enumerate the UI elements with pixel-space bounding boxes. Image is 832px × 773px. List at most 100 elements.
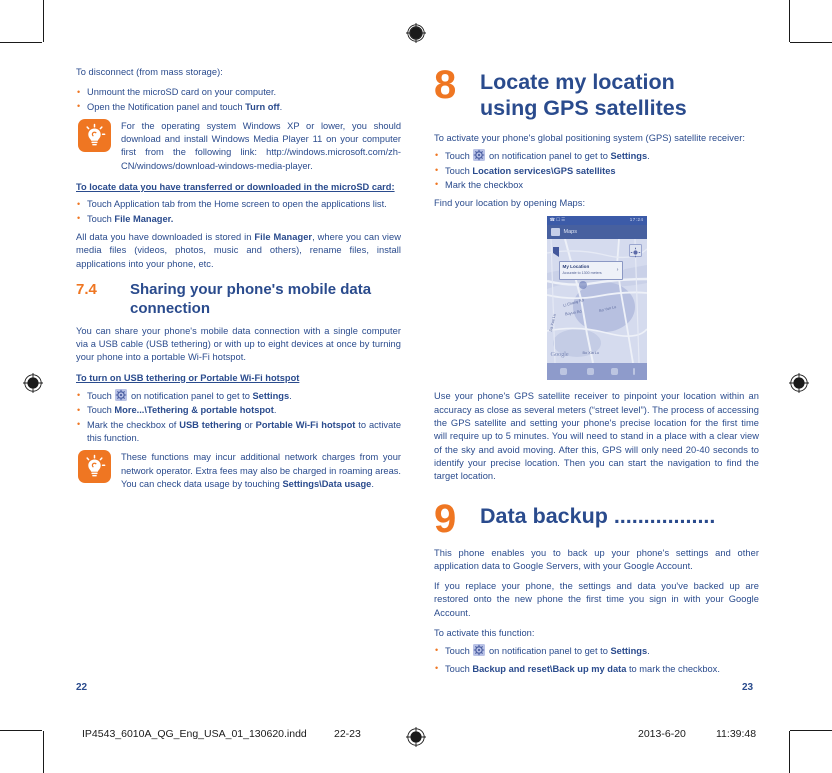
lightbulb-icon [78,118,111,152]
callout-subtitle: Accurate to 1300 meters [562,271,602,276]
slug-time: 11:39:48 [716,728,757,740]
bullet-text-bold: Settings [252,391,290,402]
chapter-number: 9 [434,496,456,541]
bullet-text: Unmount the microSD card on your compute… [87,87,277,98]
maps-icon [550,228,560,237]
bullet-text-post: . [279,101,283,112]
bullet-text: Mark the checkbox [445,179,524,190]
overflow-icon[interactable] [632,368,635,376]
bullet-text-mid: on notification panel to get to [128,391,253,402]
registration-mark-top [405,22,427,44]
maps-app-bar: Maps [546,225,647,240]
lightbulb-icon [78,450,111,484]
tethering-bullet-list: Touch on notification panel to get to Se… [76,389,401,445]
backup-activate-text: To activate this function: [434,628,535,639]
tip-text-post: . [371,478,374,489]
bullet-text-pre: Touch [445,165,473,176]
bullet-text-mid: or [241,419,256,430]
gps-find-text: Find your location by opening Maps: [434,198,586,209]
section-7-4-heading: 7.4 Sharing your phone's mobile data con… [76,280,401,318]
settings-gear-icon [473,644,486,657]
list-item: Touch on notification panel to get to Se… [434,149,759,163]
backup-bullet-list: Touch on notification panel to get to Se… [434,644,759,676]
maps-screenshot: My Location Accurate to 1300 meters › Li… [546,216,647,381]
slug-pages: 22-23 [334,728,361,740]
registration-mark-left [22,372,44,394]
bullet-text-pre: Open the Notification panel and touch [87,101,246,112]
crop-mark-bottom-left-horizontal [0,730,42,731]
registration-mark-bottom [405,726,427,748]
google-attribution: Google [550,351,569,359]
list-item: Touch Application tab from the Home scre… [76,198,401,212]
map-canvas: My Location Accurate to 1300 meters › Li… [546,239,647,364]
bullet-text-pre: Touch [445,151,473,162]
bullet-text-post: to mark the checkbox. [626,663,720,674]
para-pre: All data you have downloaded is stored i… [76,231,255,242]
status-icons-left: ☎☐☰ [549,217,567,223]
tip-text: These functions may incur additional net… [121,450,401,491]
chevron-right-icon[interactable]: › [617,267,619,273]
bullet-text-post: . [647,151,650,162]
gps-description-paragraph: Use your phone's GPS satellite receiver … [434,391,759,482]
bullet-text: Touch Application tab from the Home scre… [87,199,387,210]
bullet-text-pre: Touch [445,663,473,674]
street-label: Bo Xia Lu [582,351,599,356]
maps-bottom-bar [546,363,647,381]
search-icon[interactable] [559,368,567,376]
crop-mark-top-right-vertical [789,0,790,42]
crop-mark-top-right-horizontal [790,42,832,43]
backup-paragraph-2: If you replace your phone, the settings … [434,581,759,618]
my-location-button[interactable] [628,244,642,258]
bullet-text-pre: Touch [87,213,115,224]
bullet-text-pre: Touch [87,405,115,416]
right-page: 8 Locate my location using GPS satellite… [434,65,759,681]
chapter-title-line-1: Locate my location [480,70,675,94]
para-bold: File Manager [254,231,313,242]
registration-mark-right [788,372,810,394]
gps-intro: To activate your phone's global position… [434,133,745,143]
settings-gear-icon [473,149,486,162]
page-number-left: 22 [76,682,88,693]
callout-title: My Location [562,264,590,270]
bullet-text-bold: Backup and reset\Back up my data [472,663,627,674]
crop-mark-bottom-right-horizontal [790,730,832,731]
tip-box-windows-media-player: For the operating system Windows XP or l… [76,118,401,173]
list-item: Unmount the microSD card on your compute… [76,86,401,100]
bullet-text-pre: Touch [87,391,115,402]
chapter-title-line-2: using GPS satellites [480,96,687,120]
crop-mark-top-left-vertical [43,0,44,42]
slug-filename: IP4543_6010A_QG_Eng_USA_01_130620.indd [82,728,307,740]
chapter-title: Locate my location using GPS satellites [480,66,759,121]
backup-paragraph-1: This phone enables you to back up your p… [434,547,759,571]
tip-text-bold: Settings\Data usage [282,478,372,489]
tethering-heading: To turn on USB tethering or Portable Wi-… [76,372,300,383]
left-page: To disconnect (from mass storage): Unmou… [76,66,401,499]
crop-mark-top-left-horizontal [0,42,42,43]
layers-icon[interactable] [610,368,618,376]
crop-mark-bottom-left-vertical [43,731,44,773]
directions-icon[interactable] [586,368,594,376]
bullet-text-pre: Touch [445,646,473,657]
list-item: Open the Notification panel and touch Tu… [76,100,401,114]
my-location-callout[interactable]: My Location Accurate to 1300 meters › [558,261,623,281]
list-item: Mark the checkbox of USB tethering or Po… [76,418,401,446]
app-title: Maps [563,228,577,235]
bullet-text-bold: Turn off [245,101,280,112]
slug-date: 2013-6-20 [638,728,686,740]
bullet-text-post: . [289,391,292,402]
bullet-text-post: . [273,405,277,416]
list-item: Touch File Manager. [76,212,401,226]
bullet-text-bold: USB tethering [179,419,242,430]
list-item: Touch Location services\GPS satellites [434,164,759,178]
tip-box-network-charges: These functions may incur additional net… [76,450,401,491]
disconnect-intro: To disconnect (from mass storage): [76,67,223,77]
locate-paragraph: All data you have downloaded is stored i… [76,231,401,271]
list-item: Touch Backup and reset\Back up my data t… [434,662,759,676]
sharing-paragraph: You can share your phone's mobile data c… [76,325,401,363]
list-item: Mark the checkbox [434,178,759,192]
bullet-text-bold: Location services\GPS satellites [472,165,616,176]
locate-bullet-list: Touch Application tab from the Home scre… [76,198,401,226]
list-item: Touch More...\Tethering & portable hotsp… [76,404,401,418]
locate-data-heading: To locate data you have transferred or d… [76,182,395,193]
bullet-text-mid: on notification panel to get to [486,646,611,657]
